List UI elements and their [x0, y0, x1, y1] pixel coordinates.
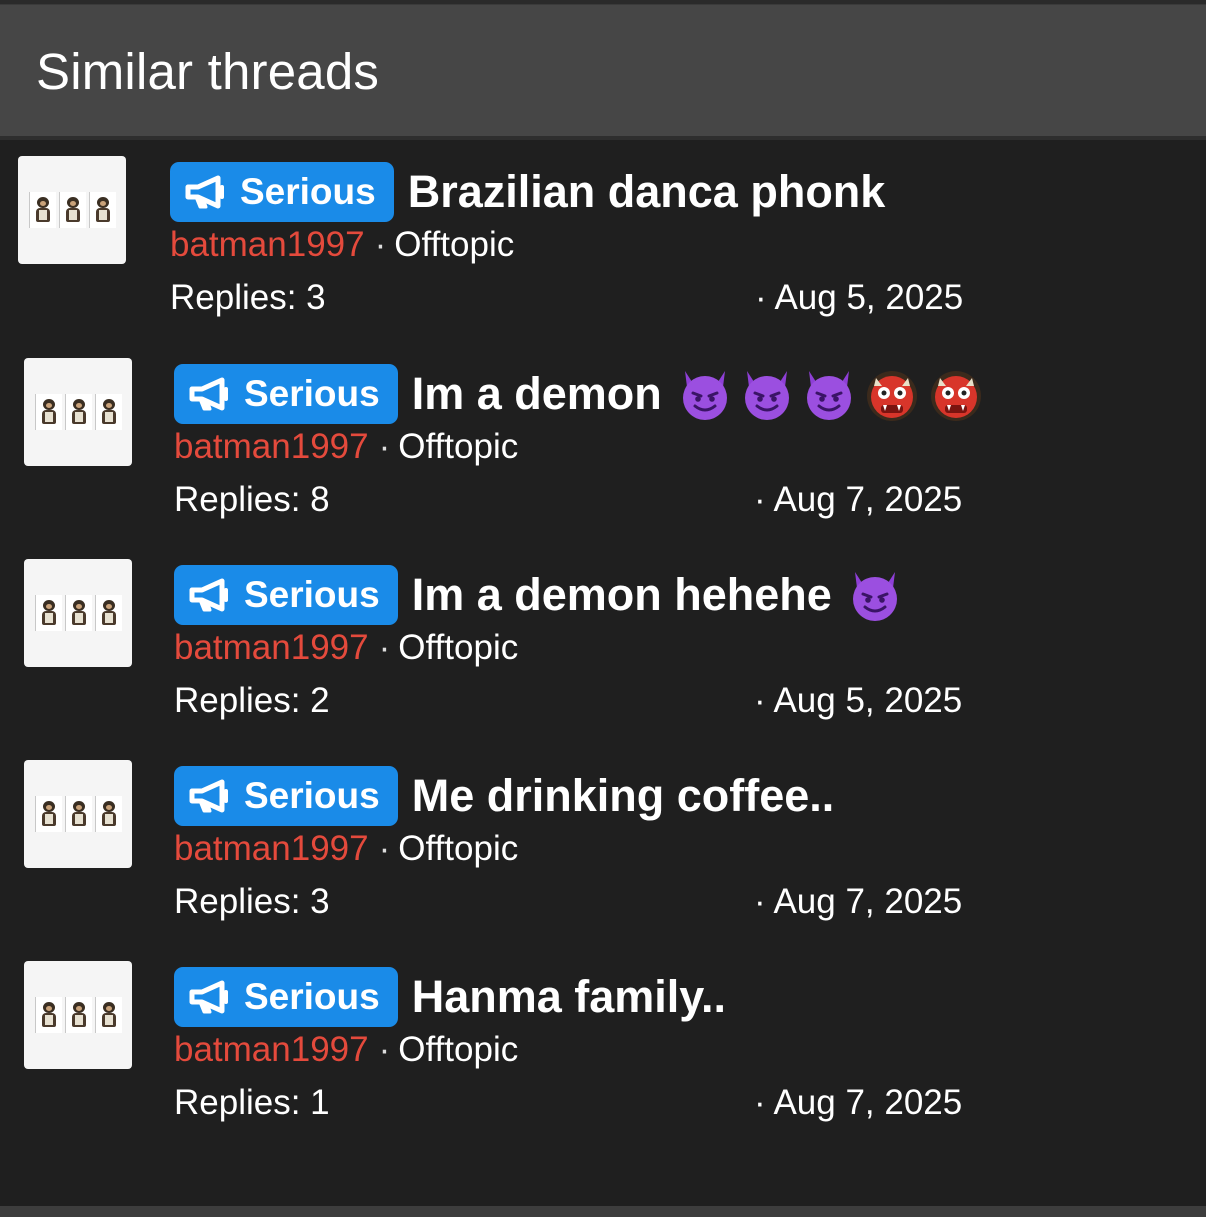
avatar[interactable]: [24, 559, 132, 667]
thread-title-row: Serious Im a demon: [174, 364, 1174, 424]
avatar[interactable]: [24, 760, 132, 868]
forum-link[interactable]: Offtopic: [398, 628, 518, 668]
thread-item[interactable]: Serious Im a demon hehehe batman1997 · O…: [22, 559, 1202, 749]
thread-title[interactable]: Hanma family..: [412, 971, 726, 1023]
thread-stats: Replies: 2 · Aug 5, 2025: [174, 671, 1174, 731]
monkey-figure: [64, 796, 92, 832]
separator: ·: [374, 225, 387, 264]
thread-content: Serious Hanma family.. batman1997 · Offt…: [174, 967, 1174, 1133]
forum-link[interactable]: Offtopic: [398, 1030, 518, 1070]
smiling-imp-icon: [806, 371, 851, 420]
separator: ·: [378, 427, 391, 466]
reply-count: Replies: 2: [174, 681, 330, 720]
monkey-figure: [94, 796, 122, 832]
avatar[interactable]: [24, 358, 132, 466]
prefix-badge[interactable]: Serious: [174, 364, 398, 424]
reply-count: Replies: 1: [174, 1083, 330, 1122]
reply-count: Replies: 3: [170, 278, 326, 317]
forum-link[interactable]: Offtopic: [398, 829, 518, 869]
monkey-figure: [58, 192, 86, 228]
smiling-imp-icon: [744, 371, 789, 420]
author-link[interactable]: batman1997: [174, 427, 369, 467]
megaphone-icon: [189, 779, 228, 813]
thread-title-row: Serious Hanma family..: [174, 967, 1174, 1027]
megaphone-icon: [189, 578, 228, 612]
forum-link[interactable]: Offtopic: [394, 225, 514, 265]
author-link[interactable]: batman1997: [170, 225, 365, 265]
monkey-figure: [64, 997, 92, 1033]
monkey-figure: [34, 595, 62, 631]
author-link[interactable]: batman1997: [174, 628, 369, 668]
thread-title-row: Serious Im a demon hehehe: [174, 565, 1174, 625]
avatar[interactable]: [18, 156, 126, 264]
thread-content: Serious Me drinking coffee.. batman1997 …: [174, 766, 1174, 932]
thread-meta: batman1997 · Offtopic: [174, 826, 1174, 872]
thread-meta: batman1997 · Offtopic: [174, 424, 1174, 470]
thread-meta: batman1997 · Offtopic: [170, 222, 1170, 268]
monkey-figure: [34, 394, 62, 430]
author-link[interactable]: batman1997: [174, 829, 369, 869]
thread-meta: batman1997 · Offtopic: [174, 1027, 1174, 1073]
megaphone-icon: [189, 980, 228, 1014]
thread-item[interactable]: Serious Hanma family.. batman1997 · Offt…: [22, 961, 1202, 1151]
thread-date: · Aug 7, 2025: [754, 882, 963, 921]
thread-item[interactable]: Serious Brazilian danca phonk batman1997…: [18, 156, 1198, 346]
thread-stats: Replies: 3 · Aug 5, 2025: [170, 268, 1170, 328]
thread-content: Serious Im a demon hehehe batman1997 · O…: [174, 565, 1174, 731]
avatar[interactable]: [24, 961, 132, 1069]
smiling-imp-icon: [852, 572, 897, 621]
reply-count: Replies: 8: [174, 480, 330, 519]
prefix-label: Serious: [240, 171, 376, 212]
monkey-figure: [28, 192, 56, 228]
ogre-icon: [866, 371, 917, 421]
thread-stats: Replies: 3 · Aug 7, 2025: [174, 872, 1174, 932]
thread-content: Serious Brazilian danca phonk batman1997…: [170, 162, 1170, 328]
ogre-icon: [930, 371, 981, 421]
thread-content: Serious Im a demon batman1997 · Offtopic…: [174, 364, 1174, 530]
smiling-imp-icon: [682, 371, 727, 420]
prefix-badge[interactable]: Serious: [174, 766, 398, 826]
prefix-label: Serious: [244, 373, 380, 414]
monkey-figure: [34, 997, 62, 1033]
prefix-badge[interactable]: Serious: [174, 565, 398, 625]
bottom-divider: [0, 1206, 1206, 1217]
thread-title-row: Serious Brazilian danca phonk: [170, 162, 1170, 222]
thread-date: · Aug 5, 2025: [755, 278, 964, 317]
monkey-figure: [34, 796, 62, 832]
thread-title[interactable]: Im a demon hehehe: [412, 569, 832, 621]
thread-item[interactable]: Serious Me drinking coffee.. batman1997 …: [22, 760, 1202, 950]
megaphone-icon: [189, 377, 228, 411]
thread-date: · Aug 5, 2025: [754, 681, 963, 720]
thread-meta: batman1997 · Offtopic: [174, 625, 1174, 671]
monkey-figure: [94, 394, 122, 430]
monkey-figure: [64, 394, 92, 430]
thread-date: · Aug 7, 2025: [754, 1083, 963, 1122]
panel-title: Similar threads: [36, 43, 380, 100]
monkey-figure: [94, 997, 122, 1033]
forum-link[interactable]: Offtopic: [398, 427, 518, 467]
megaphone-icon: [185, 175, 224, 209]
reply-count: Replies: 3: [174, 882, 330, 921]
separator: ·: [378, 1030, 391, 1069]
thread-date: · Aug 7, 2025: [754, 480, 963, 519]
prefix-label: Serious: [244, 574, 380, 615]
prefix-badge[interactable]: Serious: [170, 162, 394, 222]
prefix-badge[interactable]: Serious: [174, 967, 398, 1027]
panel-header: Similar threads: [0, 5, 1206, 140]
thread-item[interactable]: Serious Im a demon batman1997 · Offtopic…: [22, 358, 1202, 548]
prefix-label: Serious: [244, 976, 380, 1017]
thread-title-row: Serious Me drinking coffee..: [174, 766, 1174, 826]
author-link[interactable]: batman1997: [174, 1030, 369, 1070]
monkey-figure: [88, 192, 116, 228]
thread-title[interactable]: Brazilian danca phonk: [408, 166, 886, 218]
separator: ·: [378, 628, 391, 667]
thread-stats: Replies: 1 · Aug 7, 2025: [174, 1073, 1174, 1133]
thread-title[interactable]: Me drinking coffee..: [412, 770, 835, 822]
prefix-label: Serious: [244, 775, 380, 816]
thread-title[interactable]: Im a demon: [412, 368, 662, 420]
monkey-figure: [94, 595, 122, 631]
thread-stats: Replies: 8 · Aug 7, 2025: [174, 470, 1174, 530]
monkey-figure: [64, 595, 92, 631]
separator: ·: [378, 829, 391, 868]
